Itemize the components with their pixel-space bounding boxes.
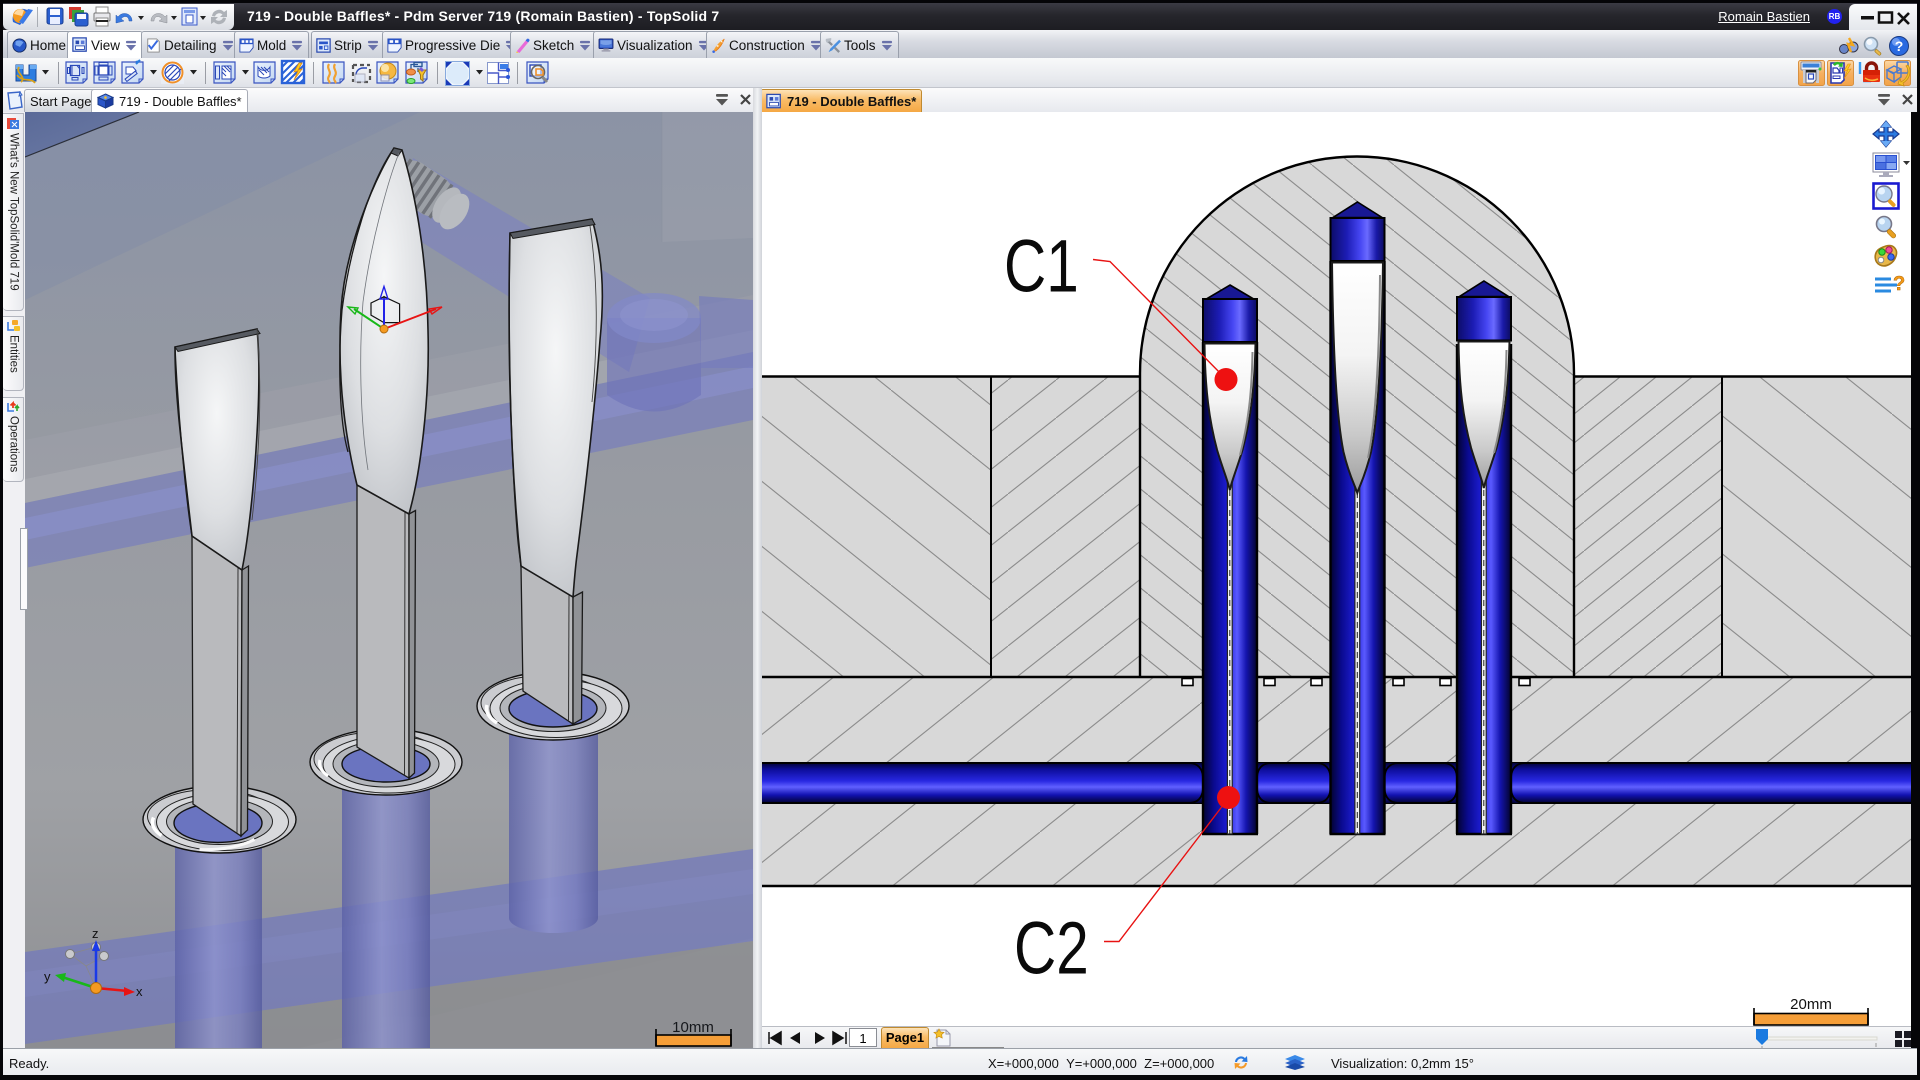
svg-text:?: ? <box>1895 38 1904 54</box>
svg-text:C1: C1 <box>1004 226 1079 308</box>
svg-text:z: z <box>92 926 99 941</box>
svg-text:x: x <box>136 984 143 999</box>
svg-text:C2: C2 <box>1014 908 1089 990</box>
svg-text:10mm: 10mm <box>672 1019 714 1036</box>
svg-text:y: y <box>44 969 51 984</box>
svg-text:20mm: 20mm <box>1790 996 1832 1013</box>
svg-text:?: ? <box>1893 273 1905 295</box>
